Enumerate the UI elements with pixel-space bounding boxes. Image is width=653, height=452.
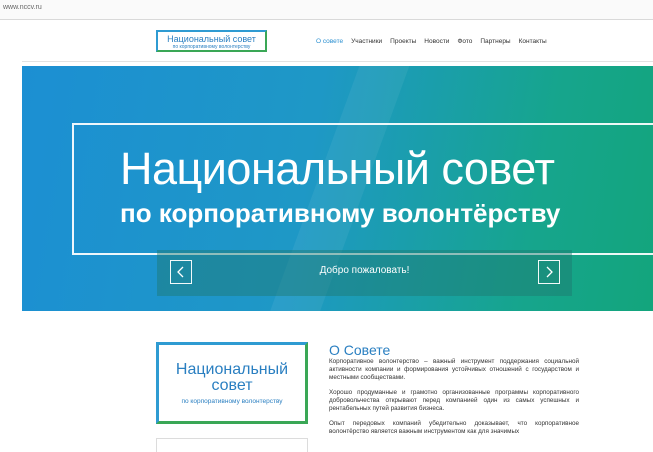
about-paragraph-1: Корпоративное волонтерство – важный инст… [329, 358, 579, 381]
hero-title: Национальный совет [120, 143, 555, 194]
nav-item-members[interactable]: Участники [351, 38, 382, 48]
hero-banner: Национальный совет по корпоративному вол… [22, 66, 653, 311]
address-bar[interactable]: www.ncсv.ru [0, 0, 653, 20]
about-section: О Совете Корпоративное волонтерство – ва… [329, 342, 579, 443]
nav-item-projects[interactable]: Проекты [390, 38, 416, 48]
chevron-right-icon [546, 266, 553, 278]
about-paragraph-3: Опыт передовых компаний убедительно дока… [329, 420, 579, 435]
council-logo-line3: по корпоративному волонтерству [181, 398, 283, 405]
hero-slider: Добро пожаловать! [157, 250, 572, 296]
header-divider [22, 61, 653, 62]
main-nav: О совете Участники Проекты Новости Фото … [316, 38, 555, 48]
nav-item-news[interactable]: Новости [424, 38, 449, 48]
slider-next-button[interactable] [538, 260, 560, 284]
nav-item-partners[interactable]: Партнеры [480, 38, 510, 48]
url-text[interactable]: www.ncсv.ru [3, 4, 42, 11]
council-logo: Национальный совет по корпоративному вол… [156, 342, 308, 424]
nav-item-contacts[interactable]: Контакты [519, 38, 547, 48]
council-logo-line1: Национальный [175, 361, 289, 378]
nav-item-about[interactable]: О совете [316, 38, 343, 48]
logo-subtitle: по корпоративному волонтерству [172, 44, 251, 50]
about-title: О Совете [329, 342, 391, 358]
council-logo-line2: совет [211, 377, 253, 394]
slider-caption: Добро пожаловать! [319, 265, 410, 276]
nav-item-photo[interactable]: Фото [457, 38, 472, 48]
about-paragraph-2: Хорошо продуманные и грамотно организова… [329, 389, 579, 412]
logo-title: Национальный совет [167, 34, 256, 44]
site-logo[interactable]: Национальный совет по корпоративному вол… [156, 30, 267, 52]
sidebar-box [156, 438, 308, 452]
hero-subtitle: по корпоративному волонтёрству [120, 198, 561, 228]
